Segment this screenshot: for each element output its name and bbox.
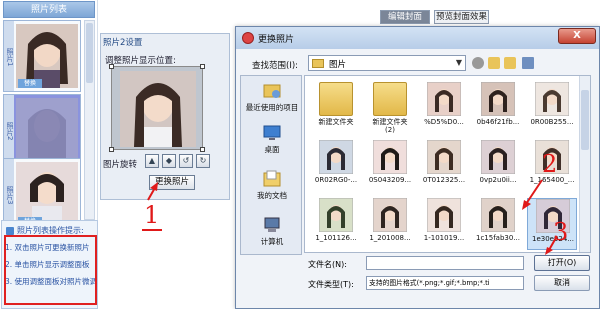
image-thumbnail-icon (373, 198, 407, 232)
photo-item-1[interactable]: 照片1 替换 (3, 20, 81, 92)
image-thumbnail-icon (427, 140, 461, 174)
documents-icon (263, 170, 281, 187)
annotation-number-1: 1 (144, 201, 160, 229)
position-label: 调整照片显示位置: (105, 56, 176, 66)
image-thumbnail-icon (481, 82, 515, 116)
app-icon (242, 32, 254, 44)
file-item-photo[interactable]: 1_201008... (365, 198, 415, 250)
file-list-scrollbar[interactable] (579, 76, 590, 252)
file-item-photo[interactable]: 0T012325... (419, 140, 469, 192)
rotate-right-button[interactable]: ↻ (196, 154, 210, 168)
image-thumbnail-icon (481, 140, 515, 174)
file-name: 0S043209... (368, 176, 412, 184)
folder-icon (373, 82, 407, 116)
look-in-dropdown[interactable]: 图片 ▼ (308, 55, 466, 71)
place-desktop[interactable]: 桌面 (241, 124, 303, 155)
photo-list-title: 照片列表 (3, 1, 95, 18)
file-item-photo[interactable]: %D5%D0... (419, 82, 469, 134)
back-icon[interactable] (472, 57, 484, 69)
new-folder-icon[interactable] (504, 57, 516, 69)
rotate-left-button[interactable]: ↺ (179, 154, 193, 168)
file-name: 0b46f21fb... (476, 118, 520, 126)
photo-settings-panel: 照片2设置 调整照片显示位置: 图片旋转 ▲ ◆ ↺ ↻ 更换照片 (100, 33, 230, 200)
cancel-button[interactable]: 取消 (534, 275, 590, 291)
file-name: 1-101019... (423, 234, 465, 242)
up-folder-icon[interactable] (488, 57, 500, 69)
desktop-icon (263, 125, 281, 140)
annotation-arrow (522, 179, 543, 210)
info-icon (6, 226, 14, 235)
file-name: 1_201008... (369, 234, 411, 242)
image-thumbnail-icon (427, 198, 461, 232)
photo-item-label: 照片2 (4, 95, 14, 165)
computer-icon (264, 217, 280, 232)
close-button[interactable]: X (558, 28, 596, 44)
file-item-photo[interactable]: 0S043209... (365, 140, 415, 192)
file-item-folder[interactable]: 新建文件夹 (311, 82, 361, 134)
file-name: 新建文件夹 (318, 118, 354, 126)
image-thumbnail-icon (319, 198, 353, 232)
place-documents[interactable]: 我的文档 (241, 170, 303, 201)
place-recent[interactable]: 最近使用的项目 (241, 82, 303, 113)
file-item-photo[interactable]: 1_101126... (311, 198, 361, 250)
recent-items-icon (263, 84, 281, 98)
annotation-underline (142, 229, 162, 231)
places-bar: 最近使用的项目 桌面 我的文档 计算机 (240, 75, 302, 255)
annotation-arrow (147, 182, 158, 201)
filename-label: 文件名(N): (308, 260, 347, 269)
resize-handle[interactable] (109, 64, 114, 69)
annotation-number-3: 3 (553, 218, 569, 246)
image-thumbnail-icon (535, 82, 569, 116)
file-name: 1c15fab30... (476, 234, 520, 242)
file-name: 1_101126... (315, 234, 357, 242)
annotation-number-2: 2 (542, 150, 558, 178)
preview-photo (120, 71, 196, 147)
view-menu-icon[interactable] (522, 57, 534, 69)
file-item-photo[interactable]: 1-101019... (419, 198, 469, 250)
tab-edit-cover[interactable]: 编辑封面 (380, 10, 430, 24)
folder-icon (312, 59, 324, 68)
file-item-photo[interactable]: 0b46f21fb... (473, 82, 523, 134)
image-thumbnail-icon (373, 140, 407, 174)
resize-handle[interactable] (109, 147, 114, 152)
position-preview[interactable] (109, 64, 205, 152)
photo-list-scrollbar[interactable] (84, 20, 95, 220)
resize-handle[interactable] (200, 64, 205, 69)
image-thumbnail-icon (481, 198, 515, 232)
photo-item-label: 照片3 (4, 159, 14, 229)
replace-badge[interactable]: 替换 (18, 79, 42, 88)
resize-handle[interactable] (200, 147, 205, 152)
file-item-folder[interactable]: 新建文件夹 (2) (365, 82, 415, 134)
file-name: 0R00B255... (530, 118, 574, 126)
filename-input[interactable] (366, 256, 524, 270)
image-thumbnail-icon (427, 82, 461, 116)
photo-list-panel: 照片列表 照片1 替换 照片2 照片3 替换 照片列表操作提示: 1. 双击照片… (0, 0, 98, 309)
folder-icon (319, 82, 353, 116)
chevron-down-icon: ▼ (455, 58, 462, 67)
tab-preview-cover[interactable]: 预览封面效果 (434, 10, 489, 24)
filetype-label: 文件类型(T): (308, 280, 354, 289)
photo-item-2[interactable]: 照片2 (3, 94, 81, 166)
file-name: %D5%D0... (424, 118, 464, 126)
file-name: 新建文件夹 (2) (372, 118, 408, 134)
file-name: 0R02RG0-... (314, 176, 358, 184)
dialog-titlebar[interactable]: 更换照片 X (236, 27, 599, 49)
image-thumbnail-icon (319, 140, 353, 174)
settings-title: 照片2设置 (103, 38, 143, 48)
place-computer[interactable]: 计算机 (241, 216, 303, 247)
filetype-dropdown[interactable]: 支持的图片格式(*.png;*.gif;*.bmp;*.ti (366, 276, 524, 290)
flip-horizontal-button[interactable]: ◆ (162, 154, 176, 168)
dialog-title: 更换照片 (258, 35, 295, 45)
photo-item-label: 照片1 (4, 21, 14, 91)
open-button[interactable]: 打开(O) (534, 255, 590, 271)
rotate-label: 图片旋转 (103, 160, 138, 170)
file-item-photo[interactable]: 0R00B255... (527, 82, 577, 134)
file-name: 0T012325... (422, 176, 466, 184)
tips-panel: 照片列表操作提示: 1. 双击照片可更换新照片 2. 单击照片显示调整面板 3.… (1, 220, 98, 309)
flip-vertical-button[interactable]: ▲ (145, 154, 159, 168)
tips-highlight-box (4, 235, 97, 305)
file-item-photo[interactable]: 0R02RG0-... (311, 140, 361, 192)
photo-thumbnail (16, 98, 78, 162)
look-in-label: 查找范围(I): (252, 61, 299, 71)
